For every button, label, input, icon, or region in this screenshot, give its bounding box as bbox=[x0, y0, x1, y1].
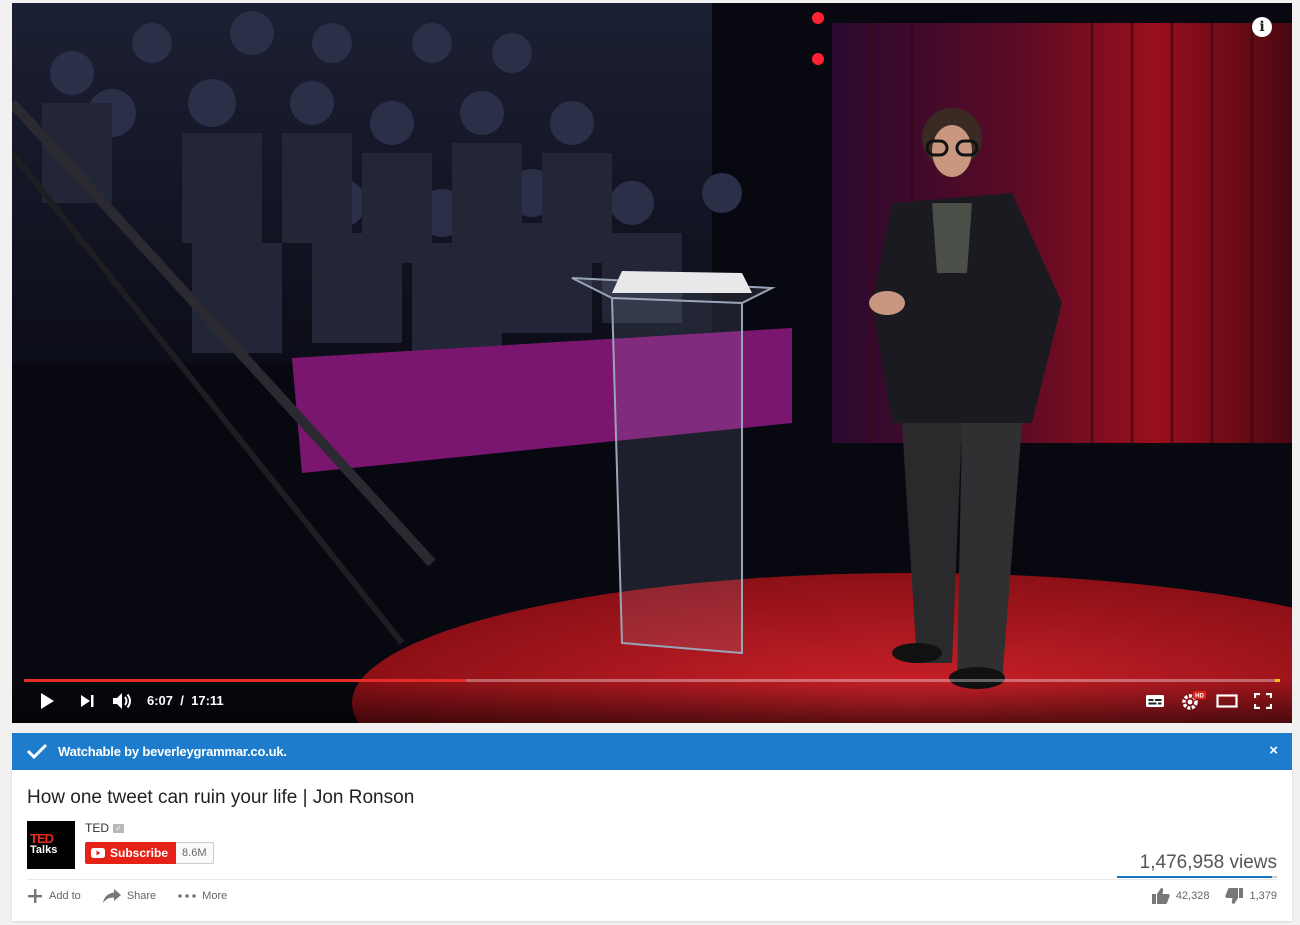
video-title: How one tweet can ruin your life | Jon R… bbox=[27, 787, 415, 808]
subscriber-count: 8.6M bbox=[176, 842, 214, 864]
info-icon[interactable]: i bbox=[1252, 17, 1272, 37]
subtitles-button[interactable] bbox=[1142, 688, 1168, 714]
time-display: 6:07 / 17:11 bbox=[147, 693, 224, 708]
video-player[interactable]: i 6:07 / 17:11 HD bbox=[12, 3, 1292, 723]
share-label: Share bbox=[126, 890, 157, 902]
time-total: 17:11 bbox=[191, 693, 224, 708]
share-icon bbox=[102, 889, 121, 903]
fullscreen-button[interactable] bbox=[1250, 688, 1276, 714]
license-banner: Watchable by beverleygrammar.co.uk. × bbox=[12, 733, 1292, 770]
time-separator: / bbox=[176, 693, 188, 708]
dislike-button[interactable]: 1,379 bbox=[1225, 888, 1277, 904]
thumbs-down-icon bbox=[1225, 888, 1244, 904]
fullscreen-icon bbox=[1254, 693, 1272, 709]
checkmark-icon bbox=[26, 743, 48, 760]
sentiment-bar bbox=[1117, 876, 1277, 878]
rating-bar: 42,328 1,379 bbox=[1151, 888, 1277, 904]
add-to-label: Add to bbox=[49, 890, 81, 902]
dislike-count: 1,379 bbox=[1249, 890, 1277, 902]
verified-icon: ✓ bbox=[113, 823, 124, 833]
volume-icon bbox=[113, 693, 131, 709]
player-controls: 6:07 / 17:11 HD bbox=[12, 679, 1292, 723]
skip-next-icon bbox=[81, 695, 94, 707]
theater-mode-icon bbox=[1216, 694, 1238, 708]
more-button[interactable]: More bbox=[178, 888, 227, 904]
play-button[interactable] bbox=[34, 688, 60, 714]
divider bbox=[27, 879, 1277, 880]
license-message: Watchable by beverleygrammar.co.uk. bbox=[58, 744, 287, 759]
close-icon[interactable]: × bbox=[1269, 742, 1278, 759]
like-count: 42,328 bbox=[1175, 890, 1210, 902]
channel-avatar[interactable]: TED Talks bbox=[27, 821, 75, 869]
view-count: 1,476,958 views bbox=[1139, 852, 1277, 873]
next-button[interactable] bbox=[74, 688, 100, 714]
more-label: More bbox=[202, 890, 228, 902]
thumbs-up-icon bbox=[1151, 888, 1170, 904]
sentiment-like-portion bbox=[1117, 876, 1272, 878]
play-icon bbox=[41, 693, 54, 709]
subscribe-label-wrap: Subscribe bbox=[85, 842, 177, 864]
theater-mode-button[interactable] bbox=[1214, 688, 1240, 714]
subtitles-icon bbox=[1146, 695, 1164, 707]
settings-button[interactable]: HD bbox=[1178, 688, 1208, 714]
more-dots-icon bbox=[178, 894, 196, 898]
add-to-button[interactable]: Add to bbox=[27, 888, 81, 904]
video-frame bbox=[12, 3, 1292, 723]
gear-icon: HD bbox=[1182, 691, 1206, 710]
progress-bar[interactable] bbox=[24, 679, 1280, 682]
volume-button[interactable] bbox=[110, 688, 136, 714]
channel-name: TED bbox=[85, 821, 109, 835]
subscribe-button[interactable]: Subscribe 8.6M bbox=[85, 842, 214, 864]
youtube-play-icon bbox=[91, 848, 105, 858]
avatar-logo-talks: Talks bbox=[30, 844, 58, 856]
progress-played bbox=[24, 679, 467, 682]
subscribe-label: Subscribe bbox=[110, 846, 169, 860]
plus-icon bbox=[28, 889, 42, 903]
action-bar: Add to Share More bbox=[27, 888, 227, 904]
video-info-card: How one tweet can ruin your life | Jon R… bbox=[12, 770, 1292, 921]
channel-name-link[interactable]: TED ✓ bbox=[85, 821, 124, 835]
like-button[interactable]: 42,328 bbox=[1151, 888, 1210, 904]
time-current: 6:07 bbox=[147, 693, 174, 708]
share-button[interactable]: Share bbox=[102, 888, 157, 904]
hd-badge: HD bbox=[1195, 694, 1204, 700]
progress-buffer-marker bbox=[1275, 679, 1280, 682]
